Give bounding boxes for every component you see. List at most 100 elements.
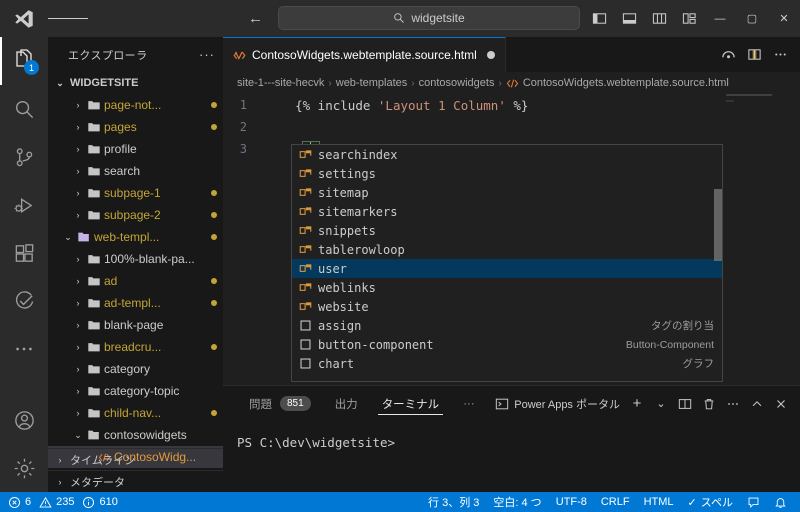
suggestion-widget[interactable]: searchindex settings sitemap sitemarkers sni… <box>291 144 723 382</box>
chevron-right-icon[interactable]: › <box>72 122 84 132</box>
status-eol[interactable]: CRLF <box>594 492 637 512</box>
panel-tab-overflow[interactable]: ··· <box>451 386 487 421</box>
unsaved-indicator[interactable] <box>486 51 495 59</box>
editor-more-actions-icon[interactable] <box>768 37 792 72</box>
chevron-right-icon[interactable]: › <box>72 408 84 418</box>
suggestion-scrollbar[interactable] <box>714 189 722 261</box>
breadcrumb-item[interactable]: site-1---site-hecvk <box>237 77 324 89</box>
panel-tab-problems[interactable]: 問題 851 <box>237 386 323 421</box>
chevron-right-icon[interactable]: › <box>72 320 84 330</box>
split-editor-icon[interactable] <box>742 37 766 72</box>
toggle-panel-icon[interactable] <box>614 0 644 37</box>
tree-item[interactable]: › pages <box>48 116 223 138</box>
tree-item[interactable]: › page-not... <box>48 94 223 116</box>
metadata-section[interactable]: › メタデータ <box>48 470 223 492</box>
status-problems[interactable]: 6 235 610 <box>0 496 118 509</box>
minimize-button[interactable]: — <box>704 0 736 37</box>
timeline-section[interactable]: › タイムライン <box>48 448 223 470</box>
terminal-selector[interactable]: Power Apps ポータル <box>491 396 624 412</box>
toggle-primary-sidebar-icon[interactable] <box>584 0 614 37</box>
tree-item[interactable]: ⌄ web-templ... <box>48 226 223 248</box>
status-language-mode[interactable]: HTML <box>637 492 681 512</box>
status-encoding[interactable]: UTF-8 <box>549 492 594 512</box>
activity-item-testing[interactable] <box>0 277 48 325</box>
sidebar-more-actions-icon[interactable]: ··· <box>199 47 215 62</box>
suggestion-item[interactable]: chart グラフ <box>292 354 722 373</box>
tree-item[interactable]: › subpage-1 <box>48 182 223 204</box>
tree-item[interactable]: › ad-templ... <box>48 292 223 314</box>
tree-item[interactable]: › category-topic <box>48 380 223 402</box>
chevron-down-icon[interactable]: ⌄ <box>72 430 84 441</box>
editor-scrollbar[interactable] <box>786 94 800 422</box>
activity-item-source-control[interactable] <box>0 133 48 181</box>
chevron-right-icon[interactable]: › <box>72 210 84 220</box>
customize-layout-icon[interactable] <box>674 0 704 37</box>
chevron-down-icon[interactable]: ⌄ <box>62 232 74 243</box>
suggestion-item[interactable]: snippets <box>292 221 722 240</box>
chevron-right-icon[interactable]: › <box>72 364 84 374</box>
preview-icon[interactable] <box>716 37 740 72</box>
breadcrumb-item[interactable]: ContosoWidgets.webtemplate.source.html <box>523 77 729 89</box>
breadcrumb[interactable]: site-1---site-hecvk › web-templates › contos… <box>223 72 800 94</box>
chevron-right-icon[interactable]: › <box>72 188 84 198</box>
terminal-dropdown-icon[interactable]: ⌄ <box>650 386 672 421</box>
suggestion-item[interactable]: assign タグの割り当 <box>292 316 722 335</box>
code-line[interactable]: 1 {% include 'Layout 1 Column' %} <box>223 94 800 116</box>
activity-item-search[interactable] <box>0 85 48 133</box>
suggestion-item[interactable]: weblinks <box>292 278 722 297</box>
panel-tab-terminal[interactable]: ターミナル <box>370 386 452 421</box>
chevron-right-icon[interactable]: › <box>72 166 84 176</box>
suggestion-item-focused[interactable]: user <box>292 259 722 278</box>
status-feedback[interactable] <box>740 492 767 512</box>
chevron-right-icon[interactable]: › <box>72 144 84 154</box>
code-line[interactable]: 2 <box>223 116 800 138</box>
suggestion-item[interactable]: searchindex <box>292 145 722 164</box>
tree-item[interactable]: › 100%-blank-pa... <box>48 248 223 270</box>
kill-terminal-icon[interactable] <box>698 386 720 421</box>
activity-item-account[interactable] <box>0 396 48 444</box>
editor-tab[interactable]: ContosoWidgets.webtemplate.source.html <box>223 37 506 72</box>
command-center-search[interactable]: widgetsite <box>278 6 580 30</box>
toggle-secondary-sidebar-icon[interactable] <box>644 0 674 37</box>
panel-more-actions-icon[interactable] <box>722 386 744 421</box>
tree-item[interactable]: › profile <box>48 138 223 160</box>
tree-item[interactable]: › search <box>48 160 223 182</box>
terminal-output[interactable]: PS C:\dev\widgetsite> <box>223 421 800 450</box>
chevron-right-icon[interactable]: › <box>72 100 84 110</box>
chevron-right-icon[interactable]: › <box>72 254 84 264</box>
suggestion-item[interactable]: button-component Button-Component <box>292 335 722 354</box>
split-terminal-icon[interactable] <box>674 386 696 421</box>
maximize-panel-icon[interactable] <box>746 386 768 421</box>
search-input[interactable]: widgetsite <box>411 11 464 25</box>
tree-item[interactable]: › category <box>48 358 223 380</box>
tree-item[interactable]: › child-nav... <box>48 402 223 424</box>
breadcrumb-item[interactable]: web-templates <box>336 77 408 89</box>
tree-item[interactable]: ⌄ contosowidgets <box>48 424 223 446</box>
activity-item-more-views[interactable] <box>0 325 48 373</box>
status-notifications[interactable] <box>767 492 794 512</box>
status-cursor-position[interactable]: 行 3、列 3 <box>421 492 486 512</box>
chevron-right-icon[interactable]: › <box>72 276 84 286</box>
suggestion-item[interactable]: tablerowloop <box>292 240 722 259</box>
tree-item[interactable]: › breadcru... <box>48 336 223 358</box>
tree-item[interactable]: › subpage-2 <box>48 204 223 226</box>
breadcrumb-item[interactable]: contosowidgets <box>419 77 495 89</box>
tree-item[interactable]: › blank-page <box>48 314 223 336</box>
minimap[interactable] <box>726 94 786 422</box>
panel-tab-output[interactable]: 出力 <box>323 386 370 421</box>
activity-item-extensions[interactable] <box>0 229 48 277</box>
close-panel-icon[interactable] <box>770 386 792 421</box>
folder-root-header[interactable]: ⌄ WIDGETSITE <box>48 72 223 94</box>
status-spell-check[interactable]: ✓ スペル <box>681 492 740 512</box>
tree-item[interactable]: › ad <box>48 270 223 292</box>
close-button[interactable]: ✕ <box>768 0 800 37</box>
status-indentation[interactable]: 空白: 4 つ <box>486 492 548 512</box>
maximize-button[interactable]: ▢ <box>736 0 768 37</box>
activity-item-run-and-debug[interactable] <box>0 181 48 229</box>
chevron-right-icon[interactable]: › <box>72 342 84 352</box>
activity-item-manage-settings[interactable] <box>0 444 48 492</box>
suggestion-item[interactable]: sitemarkers <box>292 202 722 221</box>
suggestion-item[interactable]: sitemap <box>292 183 722 202</box>
menu-button[interactable] <box>48 0 88 37</box>
back-arrow-icon[interactable]: ← <box>248 11 263 26</box>
